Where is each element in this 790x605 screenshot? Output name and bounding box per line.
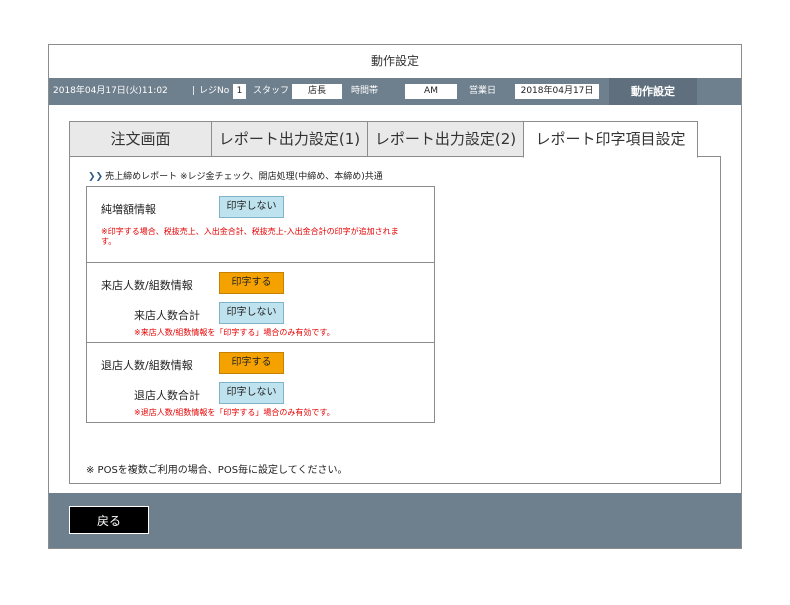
visitor-count-group: 来店人数/組数情報 印字する 来店人数合計 印字しない ※来店人数/組数情報を「… bbox=[86, 263, 435, 343]
net-increase-label: 純増額情報 bbox=[101, 203, 156, 216]
leaving-count-note: ※退店人数/組数情報を「印字する」場合のみ有効です。 bbox=[134, 408, 335, 417]
report-print-items-panel: ❯❯ 売上締めレポート ※レジ金チェック、開店処理(中締め、本締め)共通 純増額情… bbox=[69, 156, 721, 484]
mode-label: 動作設定 bbox=[609, 78, 697, 105]
tab-report-output-2[interactable]: レポート出力設定(2) bbox=[367, 121, 524, 157]
leaving-count-group: 退店人数/組数情報 印字する 退店人数合計 印字しない ※退店人数/組数情報を「… bbox=[86, 343, 435, 423]
net-increase-print-toggle[interactable]: 印字しない bbox=[219, 196, 284, 218]
bizday-value: 2018年04月17日 bbox=[515, 84, 599, 99]
net-increase-note: ※印字する場合、税抜売上、入出金合計、税抜売上-入出金合計の印字が追加されます。 bbox=[101, 227, 399, 246]
visitor-count-note: ※来店人数/組数情報を「印字する」場合のみ有効です。 bbox=[134, 328, 335, 337]
leaving-count-print-toggle[interactable]: 印字する bbox=[219, 352, 284, 374]
leaving-total-label: 退店人数合計 bbox=[134, 389, 200, 402]
status-bar: 2018年04月17日(火)11:02 | レジNo 1 スタッフ 店長 時間帯… bbox=[49, 78, 741, 105]
status-divider: | bbox=[192, 86, 196, 96]
status-datetime: 2018年04月17日(火)11:02 bbox=[53, 86, 168, 96]
staff-value: 店長 bbox=[292, 84, 342, 99]
visitor-count-print-toggle[interactable]: 印字する bbox=[219, 272, 284, 294]
register-label: レジNo bbox=[199, 86, 230, 96]
visitor-total-print-toggle[interactable]: 印字しない bbox=[219, 302, 284, 324]
leaving-count-label: 退店人数/組数情報 bbox=[101, 359, 193, 372]
tab-report-output-1[interactable]: レポート出力設定(1) bbox=[211, 121, 368, 157]
visitor-total-label: 来店人数合計 bbox=[134, 309, 200, 322]
visitor-count-label: 来店人数/組数情報 bbox=[101, 279, 193, 292]
double-chevron-right-icon: ❯❯ bbox=[88, 172, 104, 182]
settings-window: 動作設定 2018年04月17日(火)11:02 | レジNo 1 スタッフ 店… bbox=[48, 44, 742, 549]
tab-order-screen[interactable]: 注文画面 bbox=[69, 121, 212, 157]
section-heading-text: 売上締めレポート ※レジ金チェック、開店処理(中締め、本締め)共通 bbox=[105, 172, 383, 182]
window-title: 動作設定 bbox=[49, 45, 741, 78]
bottom-bar: 戻る bbox=[49, 493, 741, 548]
tab-report-print-items[interactable]: レポート印字項目設定 bbox=[523, 121, 698, 158]
leaving-total-print-toggle[interactable]: 印字しない bbox=[219, 382, 284, 404]
staff-label: スタッフ bbox=[253, 86, 290, 96]
back-button[interactable]: 戻る bbox=[69, 506, 149, 534]
footnote: ※ POSを複数ご利用の場合、POS毎に設定してください。 bbox=[86, 465, 348, 476]
bizday-label: 営業日 bbox=[469, 86, 497, 96]
timeslot-label: 時間帯 bbox=[351, 86, 379, 96]
section-heading: ❯❯ 売上締めレポート ※レジ金チェック、開店処理(中締め、本締め)共通 bbox=[88, 169, 383, 182]
timeslot-value: AM bbox=[405, 84, 457, 99]
net-increase-group: 純増額情報 印字しない ※印字する場合、税抜売上、入出金合計、税抜売上-入出金合… bbox=[86, 186, 435, 263]
register-value: 1 bbox=[233, 84, 246, 99]
